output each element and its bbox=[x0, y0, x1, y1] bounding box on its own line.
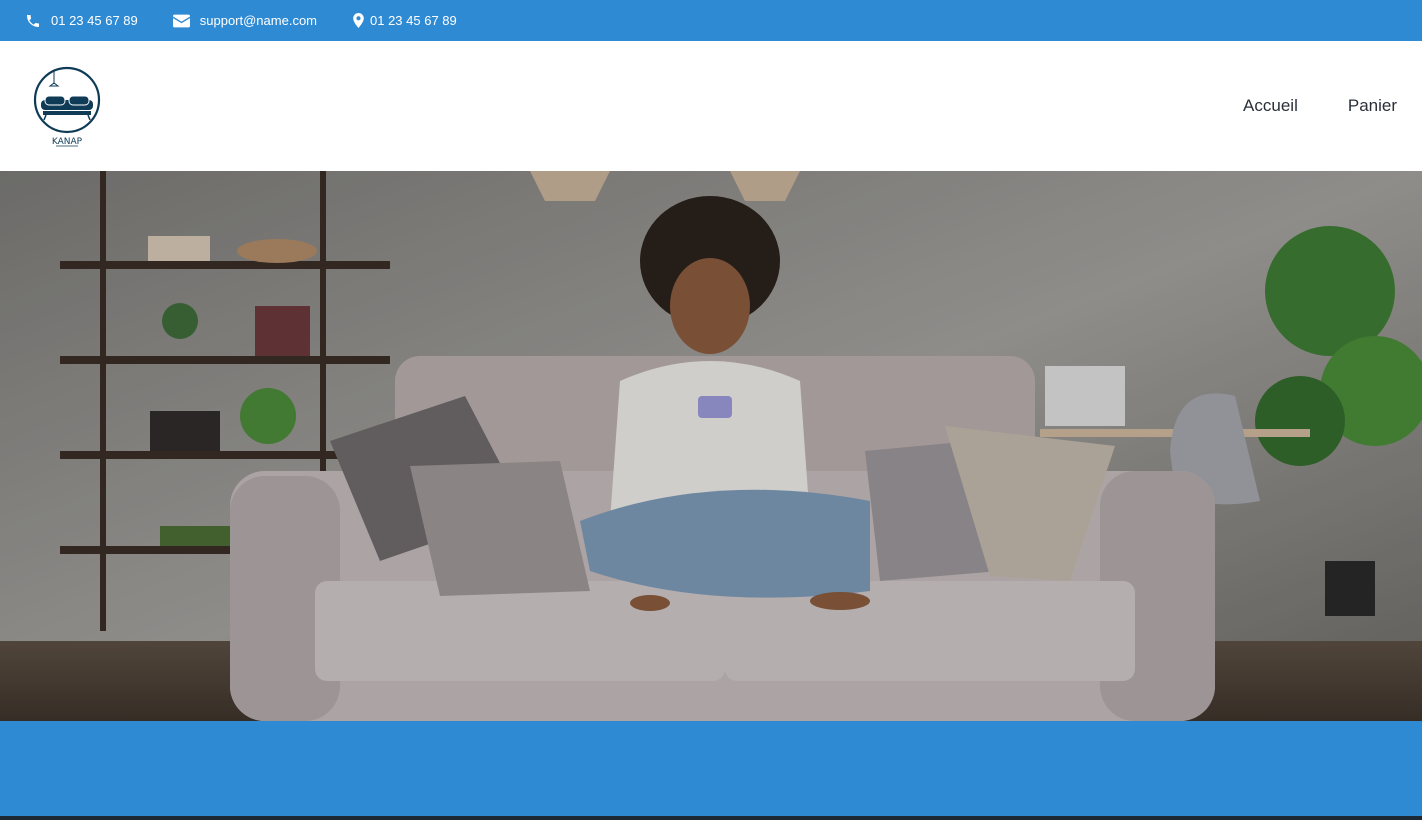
contact-bar: 01 23 45 67 89 support@name.com 01 23 45… bbox=[0, 0, 1422, 41]
nav-panier[interactable]: Panier bbox=[1348, 96, 1397, 116]
contact-location-text: 01 23 45 67 89 bbox=[370, 13, 457, 28]
contact-phone[interactable]: 01 23 45 67 89 bbox=[24, 12, 138, 30]
main-nav: Accueil Panier bbox=[1193, 96, 1397, 116]
envelope-icon bbox=[173, 12, 191, 30]
contact-email[interactable]: support@name.com bbox=[173, 12, 317, 30]
kanap-logo[interactable]: KANAP bbox=[32, 64, 102, 148]
logo-text: KANAP bbox=[52, 137, 83, 147]
contact-phone-text: 01 23 45 67 89 bbox=[51, 13, 138, 28]
site-header: KANAP Accueil Panier bbox=[0, 41, 1422, 171]
woman-on-sofa-photo bbox=[0, 171, 1422, 721]
phone-icon bbox=[24, 12, 42, 30]
map-pin-icon bbox=[352, 12, 364, 30]
contact-email-text: support@name.com bbox=[199, 13, 317, 28]
contact-location[interactable]: 01 23 45 67 89 bbox=[352, 12, 457, 30]
page-bottom-edge bbox=[0, 816, 1422, 820]
hero-banner-image bbox=[0, 171, 1422, 721]
blue-band bbox=[0, 721, 1422, 816]
nav-accueil[interactable]: Accueil bbox=[1243, 96, 1298, 116]
